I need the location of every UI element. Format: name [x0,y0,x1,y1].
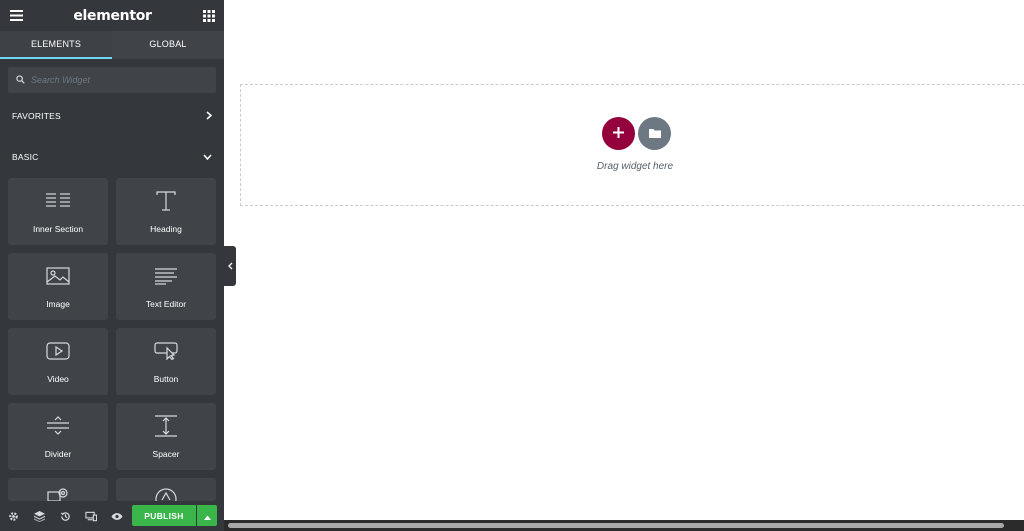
caret-up-icon [203,507,211,525]
widget-label: Text Editor [145,299,187,309]
widget-divider[interactable]: Divider [8,403,108,470]
panel-header: elementor [0,0,224,31]
menu-icon[interactable] [9,9,23,23]
widgets-grid-icon[interactable] [202,9,216,23]
widget-label: Video [47,374,69,384]
widget-spacer[interactable]: Spacer [116,403,216,470]
tab-elements[interactable]: ELEMENTS [0,31,112,59]
inner-section-icon [46,190,70,212]
text-editor-icon [154,265,178,287]
scrollbar-thumb[interactable] [228,523,1004,528]
panel-tabs: ELEMENTS GLOBAL [0,31,224,59]
search-icon [16,71,25,89]
drag-widget-hint: Drag widget here [596,161,674,172]
search-box [8,67,216,93]
category-favorites[interactable]: FAVORITES [0,107,224,125]
chevron-down-icon [203,152,212,162]
widget-image[interactable]: Image [8,253,108,320]
heading-icon [155,190,177,212]
widget-partial-right[interactable] [116,478,216,502]
responsive-icon[interactable] [84,509,98,523]
search-input[interactable] [31,75,201,85]
video-icon [46,340,70,362]
widget-video[interactable]: Video [8,328,108,395]
widget-label: Heading [150,224,182,234]
horizontal-scrollbar[interactable] [224,520,1024,531]
publish-options-button[interactable] [197,505,217,526]
add-template-button[interactable] [638,117,671,150]
widget-heading[interactable]: Heading [116,178,216,245]
spacer-icon [154,415,178,437]
tab-global[interactable]: GLOBAL [112,31,224,59]
widget-label: Button [153,374,179,384]
button-icon [154,340,178,362]
category-basic-label: BASIC [12,152,39,162]
widget-inner-section[interactable]: Inner Section [8,178,108,245]
editor-panel: elementor ELEMENTS GLOBAL FAVORITES BASI… [0,0,224,531]
widget-partial-left[interactable] [8,478,108,502]
image-box-icon [47,488,69,502]
publish-button[interactable]: PUBLISH [132,505,196,526]
history-icon[interactable] [58,509,72,523]
widget-label: Divider [44,449,72,459]
widget-label: Spacer [152,449,180,459]
image-icon [46,265,70,287]
add-section-button[interactable] [602,117,635,150]
widget-label: Inner Section [32,224,84,234]
plus-icon [613,125,624,143]
preview-icon[interactable] [110,509,124,523]
icon-widget-icon [155,488,177,502]
category-favorites-label: FAVORITES [12,111,61,121]
widget-label: Image [46,299,70,309]
settings-icon[interactable] [6,509,20,523]
folder-icon [648,125,661,143]
widget-button[interactable]: Button [116,328,216,395]
empty-section-dropzone[interactable] [240,84,1024,206]
panel-collapse-toggle[interactable] [224,246,236,286]
chevron-right-icon [206,110,213,122]
chevron-left-icon [227,257,233,275]
widget-text-editor[interactable]: Text Editor [116,253,216,320]
divider-icon [46,415,70,437]
navigator-icon[interactable] [32,509,46,523]
category-basic[interactable]: BASIC [0,148,224,166]
brand-logo: elementor [73,7,152,24]
